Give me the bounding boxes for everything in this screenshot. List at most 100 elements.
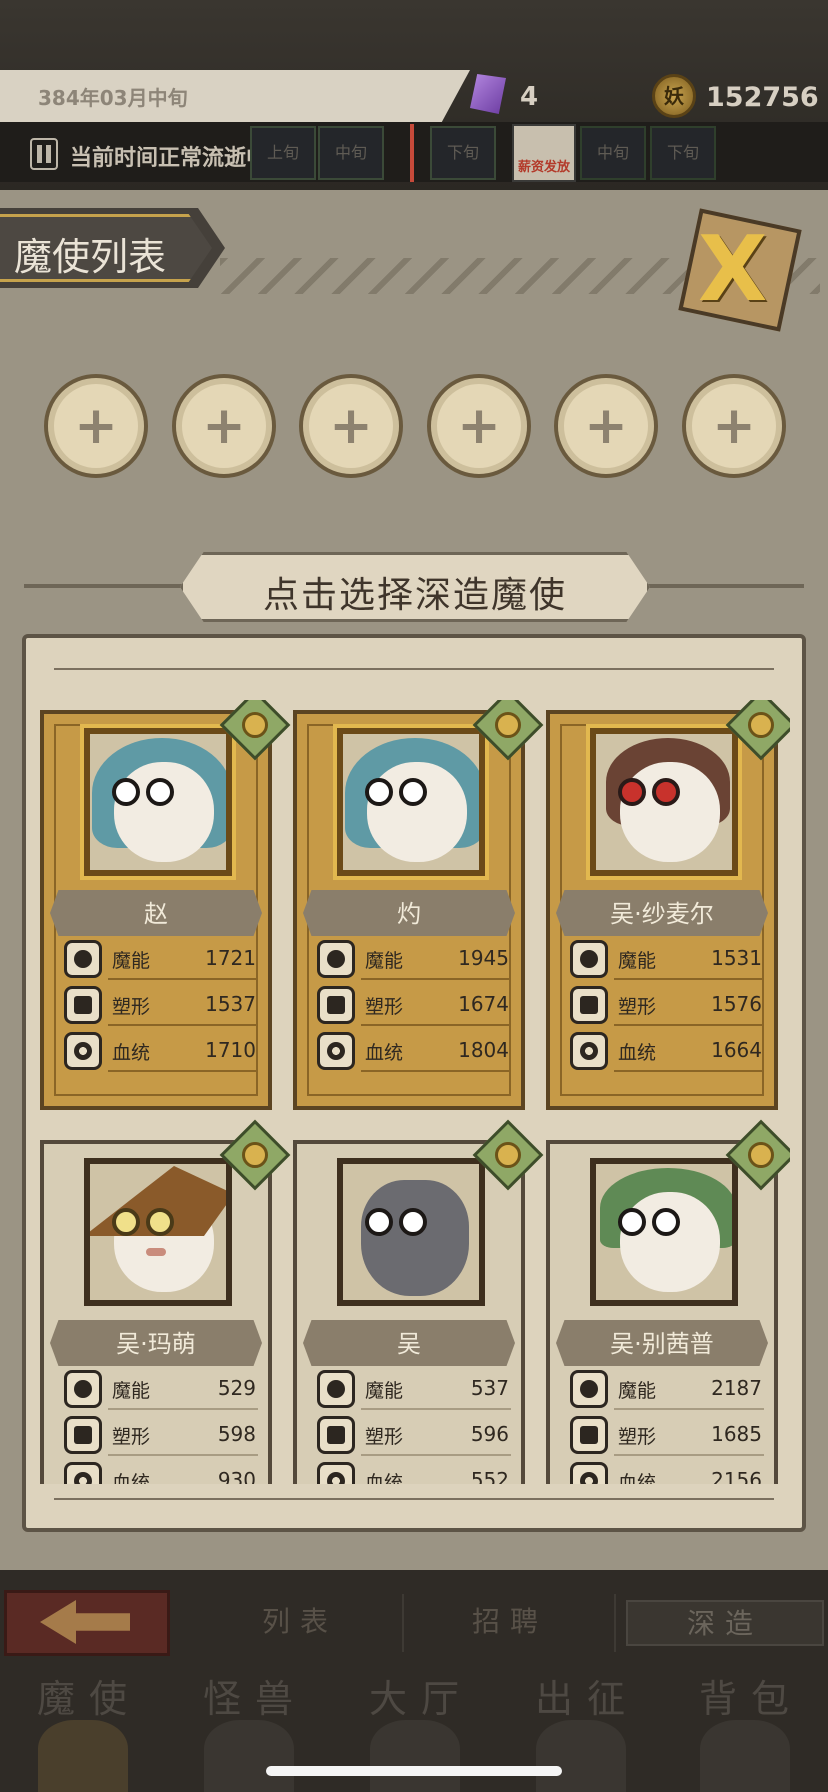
servant-name: 吴 <box>397 1330 421 1358</box>
stat-rule <box>108 1408 258 1410</box>
empty-slot-button[interactable]: + <box>299 374 403 478</box>
magic-icon <box>317 1370 355 1408</box>
pause-icon[interactable] <box>30 138 58 170</box>
timeline-slot: 中旬 <box>318 126 384 180</box>
stat-label: 血统 <box>618 1472 657 1484</box>
face-art <box>114 762 214 862</box>
stat-rule <box>108 1024 258 1026</box>
stat-row-shape: 塑形 1537 <box>64 986 260 1026</box>
stat-value: 2156 <box>711 1468 762 1484</box>
stat-label: 血统 <box>365 1472 404 1484</box>
shape-icon <box>64 986 102 1024</box>
stat-value: 598 <box>217 1422 256 1446</box>
stat-value: 1537 <box>205 992 256 1016</box>
stat-value: 537 <box>470 1376 509 1400</box>
servant-grid[interactable]: 赵 魔能 1721 塑形 1537 血统 1710 灼 魔能 1945 塑形 1… <box>38 700 790 1484</box>
bloodline-icon <box>317 1032 355 1070</box>
prompt-text: 点击选择深造魔使 <box>262 575 567 616</box>
stat-rule <box>361 1070 511 1072</box>
tab-divider <box>614 1594 616 1652</box>
bloodline-icon <box>570 1032 608 1070</box>
magic-icon <box>570 1370 608 1408</box>
stat-value: 1945 <box>458 946 509 970</box>
stat-row-magic: 魔能 1531 <box>570 940 766 980</box>
skull-icon <box>38 1720 128 1792</box>
servant-portrait <box>590 1158 738 1306</box>
stat-rule <box>614 1408 764 1410</box>
training-slots: + + + + + + <box>44 374 788 482</box>
banner-divider <box>24 584 184 588</box>
nav-backpack[interactable]: 背包 <box>662 1668 828 1792</box>
stat-value: 1664 <box>711 1038 762 1062</box>
stat-label: 塑形 <box>618 1426 657 1448</box>
tab-divider <box>402 1594 404 1652</box>
servant-card[interactable]: 灼 魔能 1945 塑形 1674 血统 1804 <box>293 700 544 1110</box>
servant-card[interactable]: 赵 魔能 1721 塑形 1537 血统 1710 <box>40 700 291 1110</box>
stat-row-shape: 塑形 1576 <box>570 986 766 1026</box>
nav-label: 大厅 <box>368 1677 473 1721</box>
coin-count: 152756 <box>706 82 819 113</box>
stat-label: 魔能 <box>618 1380 657 1402</box>
salary-payday-slot: 薪资发放 <box>512 124 576 182</box>
servant-card[interactable]: 吴 魔能 537 塑形 596 血统 552 <box>293 1119 544 1484</box>
time-status: 当前时间正常流逝中 <box>70 146 269 171</box>
stat-row-blood: 血统 2156 <box>570 1462 766 1484</box>
plus-icon: + <box>712 396 756 456</box>
timeline-slot: 上旬 <box>250 126 316 180</box>
eye-art <box>652 1208 680 1236</box>
nav-label: 出征 <box>534 1677 639 1721</box>
eye-art <box>146 778 174 806</box>
tab-recruit[interactable]: 招聘 <box>410 1600 610 1646</box>
stat-label: 塑形 <box>365 1426 404 1448</box>
empty-slot-button[interactable]: + <box>427 374 531 478</box>
eye-art <box>365 778 393 806</box>
servant-portrait <box>84 728 232 876</box>
banner-divider <box>644 584 804 588</box>
empty-slot-button[interactable]: + <box>44 374 148 478</box>
coin-icon: 妖 <box>652 74 696 118</box>
stat-row-shape: 塑形 596 <box>317 1416 513 1456</box>
stat-value: 552 <box>470 1468 509 1484</box>
servant-portrait <box>84 1158 232 1306</box>
stat-label: 塑形 <box>112 996 151 1018</box>
face-art <box>620 1192 720 1292</box>
plus-icon: + <box>202 396 246 456</box>
stat-rule <box>614 1024 764 1026</box>
face-art <box>620 762 720 862</box>
stat-row-blood: 血统 1710 <box>64 1032 260 1072</box>
tab-advanced-training[interactable]: 深造 <box>626 1600 824 1646</box>
expedition-icon <box>536 1720 626 1792</box>
stat-value: 1674 <box>458 992 509 1016</box>
bloodline-icon <box>317 1462 355 1484</box>
stat-label: 血统 <box>618 1042 657 1064</box>
home-indicator[interactable] <box>266 1766 562 1776</box>
stat-row-magic: 魔能 537 <box>317 1370 513 1410</box>
stat-label: 血统 <box>112 1042 151 1064</box>
servant-name: 吴·玛萌 <box>116 1330 196 1358</box>
shape-icon <box>64 1416 102 1454</box>
bloodline-icon <box>64 1032 102 1070</box>
servant-card[interactable]: 吴·纱麦尔 魔能 1531 塑形 1576 血统 1664 <box>546 700 790 1110</box>
stat-value: 1531 <box>711 946 762 970</box>
empty-slot-button[interactable]: + <box>172 374 276 478</box>
empty-slot-button[interactable]: + <box>554 374 658 478</box>
servant-card[interactable]: 吴·玛萌 魔能 529 塑形 598 血统 930 <box>40 1119 291 1484</box>
servant-portrait <box>337 728 485 876</box>
panel-title: 魔使列表 <box>14 235 167 279</box>
eye-art <box>399 1208 427 1236</box>
stat-label: 魔能 <box>365 950 404 972</box>
eye-art <box>618 1208 646 1236</box>
servant-name: 赵 <box>144 900 168 928</box>
servant-name: 吴·纱麦尔 <box>610 900 714 928</box>
stat-label: 血统 <box>112 1472 151 1484</box>
stat-row-magic: 魔能 1721 <box>64 940 260 980</box>
tab-list[interactable]: 列表 <box>200 1600 400 1646</box>
stat-rule <box>361 1454 511 1456</box>
servant-card[interactable]: 吴·别茜普 魔能 2187 塑形 1685 血统 2156 <box>546 1119 790 1484</box>
nav-servants[interactable]: 魔使 <box>0 1668 166 1792</box>
close-button[interactable]: X <box>670 200 810 340</box>
stat-rule <box>361 1024 511 1026</box>
empty-slot-button[interactable]: + <box>682 374 786 478</box>
shape-icon <box>317 986 355 1024</box>
servant-name: 灼 <box>397 900 421 928</box>
